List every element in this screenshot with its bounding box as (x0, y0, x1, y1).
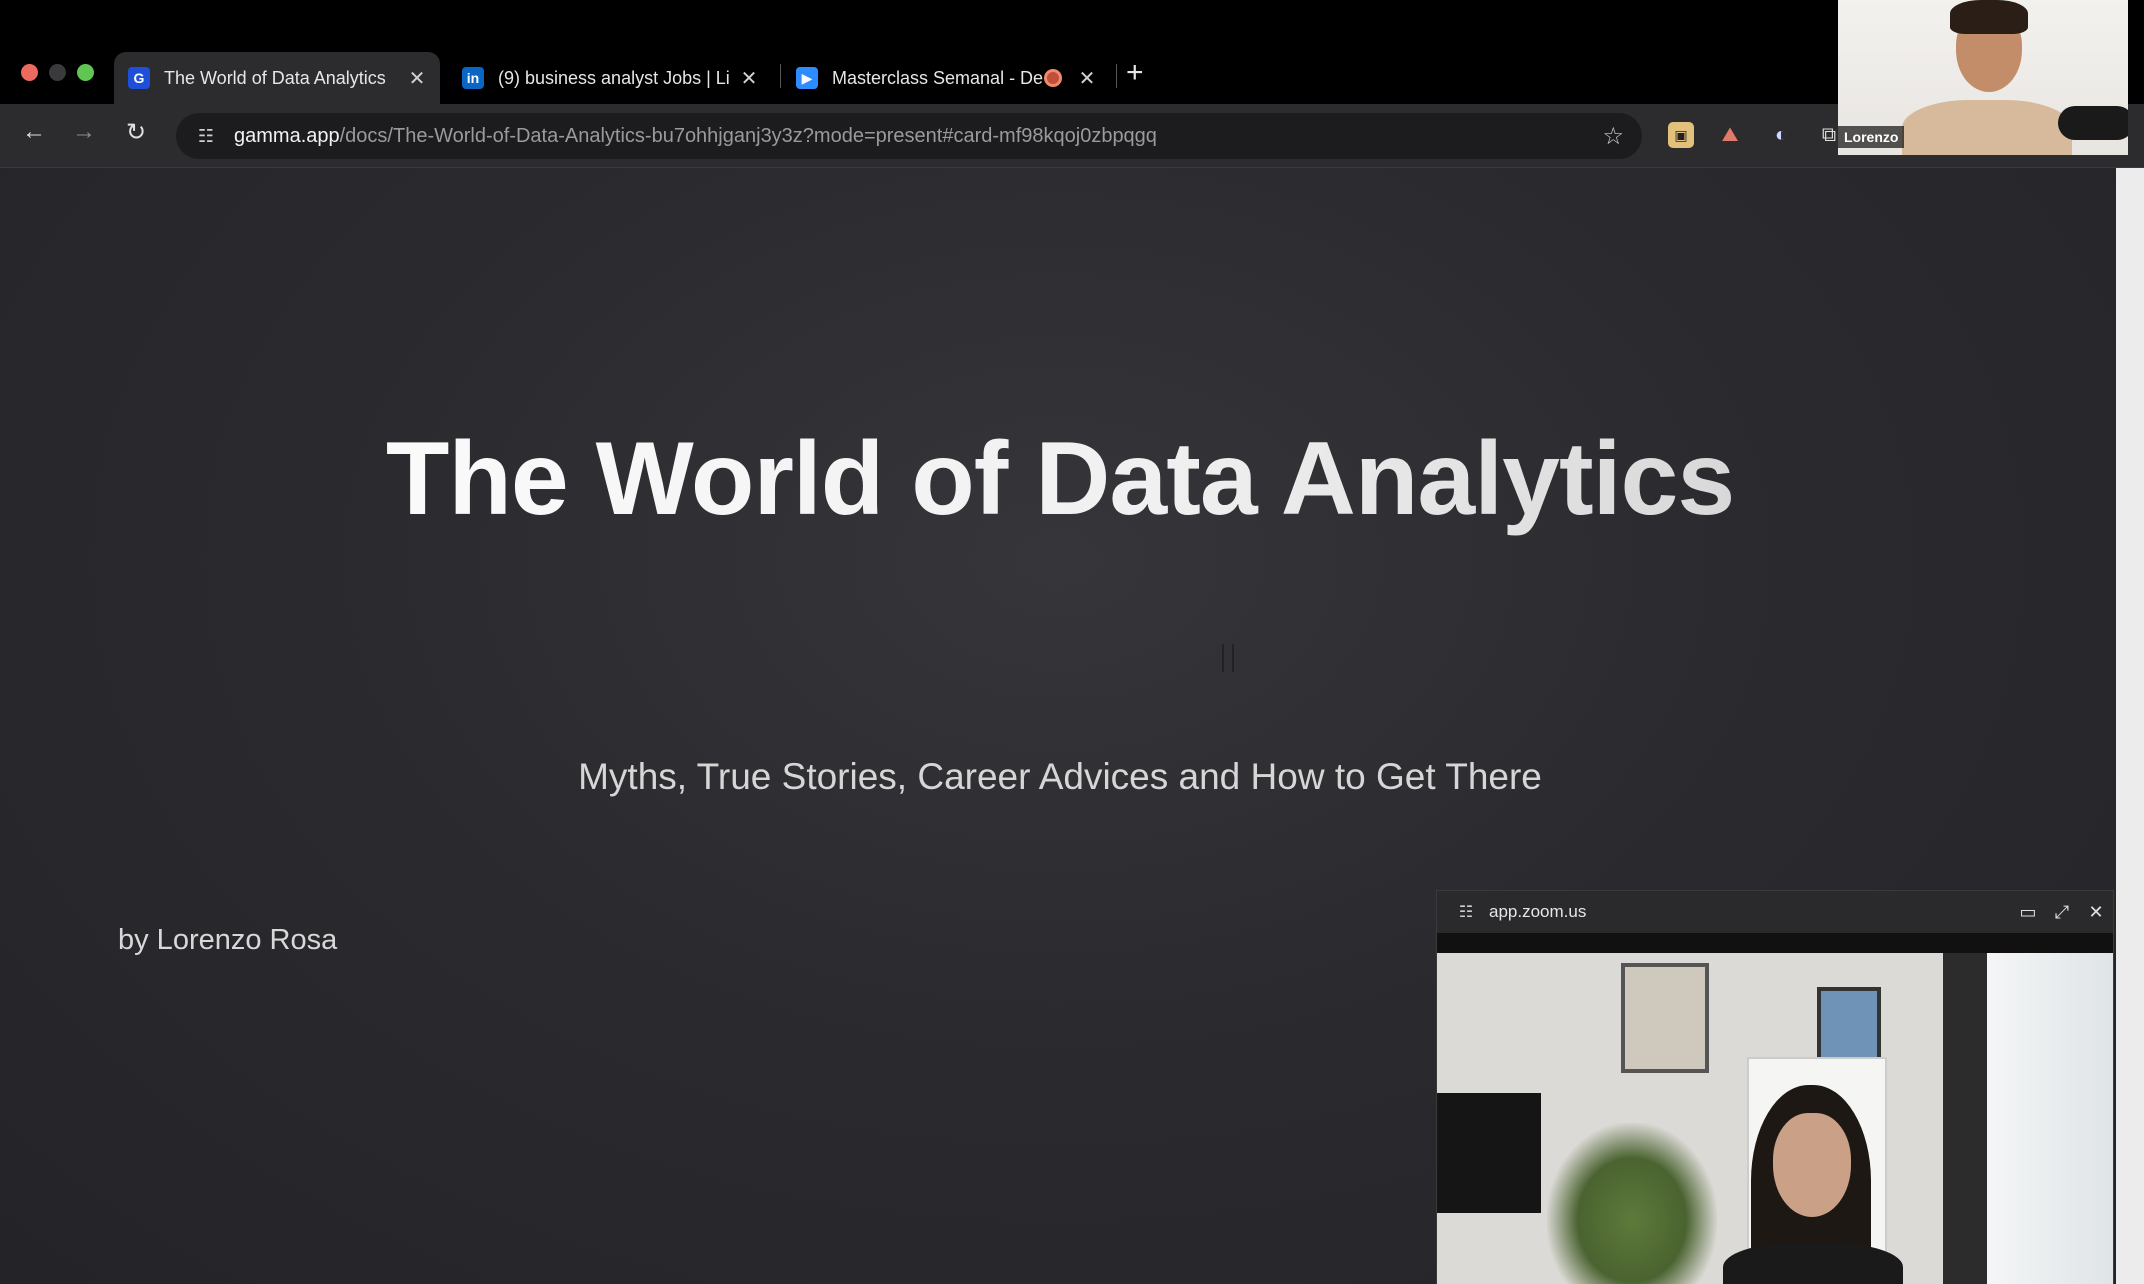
slide-title: The World of Data Analytics (0, 420, 2120, 539)
tab-separator (1116, 64, 1117, 88)
tab-linkedin-jobs[interactable]: in (9) business analyst Jobs | Li ✕ (448, 52, 772, 104)
reload-icon[interactable]: ↻ (118, 118, 154, 147)
expand-icon[interactable]: ⤢ (2045, 902, 2079, 923)
window (1987, 953, 2113, 1284)
camera-icon[interactable]: ▭ (2011, 902, 2045, 923)
slide-subtitle: Myths, True Stories, Career Advices and … (578, 756, 1542, 797)
url-path: /docs/The-World-of-Data-Analytics-bu7ohh… (339, 124, 1157, 147)
tab-separator (780, 64, 781, 88)
url-host: gamma.app (234, 124, 340, 147)
site-settings-icon[interactable]: ☷ (186, 126, 226, 147)
site-settings-icon[interactable]: ☷ (1451, 902, 1481, 922)
microphone-icon (2058, 106, 2128, 140)
forward-arrow-icon[interactable]: → (66, 118, 102, 146)
participant-hair (1950, 0, 2028, 34)
browser-titlebar: G The World of Data Analytics ✕ in (9) b… (0, 0, 2144, 104)
participant-body (1902, 100, 2072, 155)
tab-label: The World of Data Analytics (164, 67, 386, 88)
tab-label: Masterclass Semanal - De (832, 67, 1044, 88)
url-text[interactable]: gamma.app/docs/The-World-of-Data-Analyti… (234, 125, 1157, 148)
slide-author: by Lorenzo Rosa (118, 924, 338, 956)
browser-toolbar: ← → ↻ ☷ gamma.app/docs/The-World-of-Data… (0, 104, 2144, 168)
tab-label: (9) business analyst Jobs | Li (498, 67, 730, 88)
participant-face (1773, 1113, 1851, 1217)
zoom-popup-host: app.zoom.us (1489, 902, 1587, 921)
zoom-video-feed (1437, 953, 2113, 1284)
plant (1547, 1123, 1717, 1284)
close-icon[interactable]: ✕ (1074, 66, 1100, 91)
zoom-favicon-icon: ▶ (796, 67, 818, 89)
text-cursor-icon (1222, 644, 1234, 672)
window-minimize-button[interactable] (49, 64, 66, 81)
window-zoom-button[interactable] (77, 64, 94, 81)
wall-poster (1817, 987, 1881, 1065)
extension-chart-icon[interactable]: ⛰ (1717, 122, 1743, 148)
back-arrow-icon[interactable]: ← (16, 118, 52, 146)
new-tab-button[interactable]: + (1126, 56, 1144, 90)
tab-data-analytics[interactable]: G The World of Data Analytics ✕ (114, 52, 440, 104)
address-bar[interactable]: ☷ gamma.app/docs/The-World-of-Data-Analy… (176, 113, 1642, 159)
tab-masterclass[interactable]: ▶ Masterclass Semanal - De ✕ (782, 52, 1110, 104)
close-icon[interactable]: ✕ (736, 66, 762, 91)
participant-body (1723, 1243, 1903, 1284)
linkedin-favicon-icon: in (462, 67, 484, 89)
participant-name: Lorenzo (1838, 126, 1905, 148)
recording-icon (1044, 69, 1062, 87)
curtain (1943, 953, 1987, 1284)
zoom-popup-window[interactable]: ☷ app.zoom.us ▭ ⤢ ✕ (1436, 890, 2114, 1284)
bookmark-star-icon[interactable]: ☆ (1602, 122, 1624, 151)
window-close-button[interactable] (21, 64, 38, 81)
close-icon[interactable]: ✕ (2079, 902, 2113, 923)
extension-shield-icon[interactable]: ◐ (1768, 122, 1794, 148)
extension-translate-icon[interactable]: ▣ (1668, 122, 1694, 148)
page-scrollbar[interactable] (2116, 168, 2144, 1284)
wall-poster (1621, 963, 1709, 1073)
zoom-popup-titlebar[interactable]: ☷ app.zoom.us ▭ ⤢ ✕ (1437, 891, 2113, 933)
zoom-self-view[interactable]: Lorenzo (1838, 0, 2128, 155)
television (1437, 1093, 1541, 1213)
close-icon[interactable]: ✕ (404, 66, 430, 91)
gamma-favicon-icon: G (128, 67, 150, 89)
